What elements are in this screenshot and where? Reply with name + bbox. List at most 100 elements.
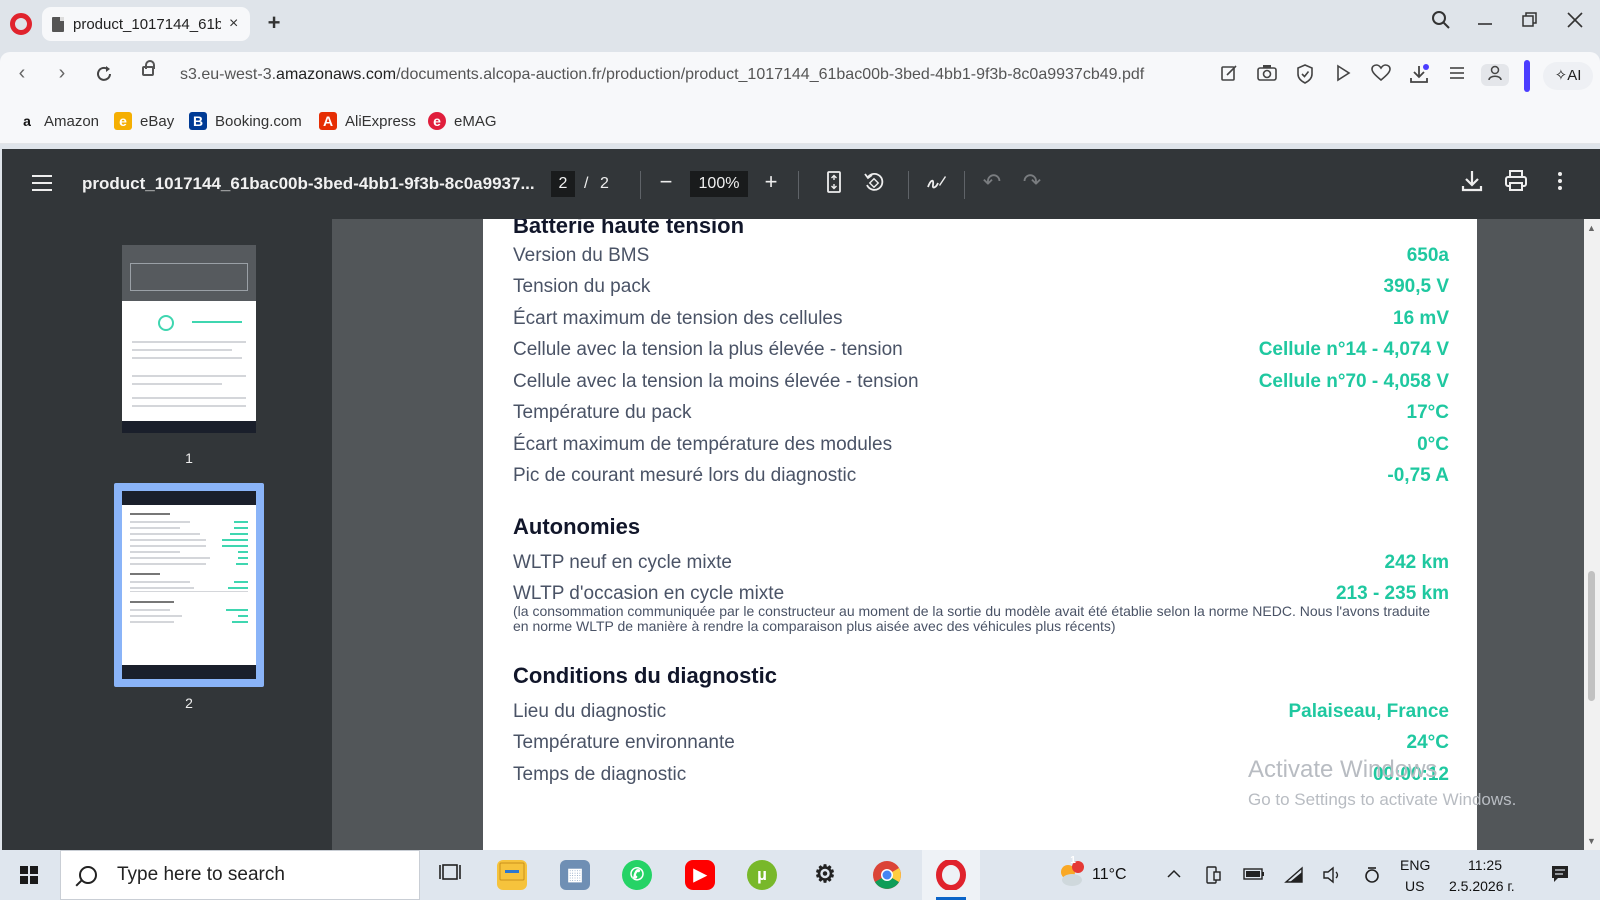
bookmark-aliexpress[interactable]: A AliExpress — [319, 112, 416, 130]
url-host: amazonaws.com — [276, 66, 397, 83]
thumbnail-value — [234, 521, 248, 523]
tab-close-icon[interactable]: × — [229, 15, 238, 33]
opera-taskbar-icon[interactable] — [936, 859, 966, 891]
volume-icon[interactable] — [1322, 866, 1342, 889]
row-value: Palaiseau, France — [1288, 701, 1449, 722]
row-label: Cellule avec la tension la moins élevée … — [513, 371, 919, 392]
search-tabs-icon[interactable] — [1426, 10, 1456, 36]
zoom-input[interactable]: 100% — [690, 171, 748, 197]
new-tab-button[interactable]: + — [262, 11, 286, 35]
table-row: WLTP neuf en cycle mixte 242 km — [513, 552, 1449, 578]
sync-icon[interactable] — [1362, 866, 1382, 889]
windows-start-icon[interactable] — [20, 866, 39, 885]
file-explorer-icon[interactable] — [497, 860, 527, 890]
shield-icon[interactable] — [1294, 64, 1316, 86]
page-number-input[interactable]: 2 — [551, 171, 575, 197]
zoom-in-icon[interactable]: + — [757, 169, 785, 195]
thumbnail-line — [130, 621, 174, 623]
youtube-icon[interactable]: ▶ — [685, 860, 715, 890]
chrome-icon[interactable] — [872, 860, 902, 890]
back-icon[interactable]: ‹ — [8, 62, 36, 85]
notifications-icon[interactable] — [1550, 864, 1570, 889]
url-field[interactable]: s3.eu-west-3.amazonaws.com/documents.alc… — [180, 66, 1144, 84]
chevron-up-icon[interactable] — [1164, 866, 1184, 887]
restore-icon[interactable] — [1515, 10, 1545, 36]
clock-time[interactable]: 11:25 — [1468, 857, 1502, 873]
undo-icon[interactable]: ↶ — [978, 169, 1006, 195]
redo-icon[interactable]: ↷ — [1018, 169, 1046, 195]
download-icon[interactable] — [1458, 169, 1486, 199]
fit-page-icon[interactable] — [820, 171, 848, 199]
thumbnail-value — [228, 587, 248, 589]
browser-tab[interactable]: product_1017144_61b × — [42, 7, 250, 41]
calculator-icon[interactable]: ▦ — [560, 860, 590, 890]
thumbnail-line — [130, 551, 180, 553]
utorrent-icon[interactable]: µ — [747, 860, 777, 890]
easy-setup-icon[interactable] — [1446, 64, 1468, 86]
bookmark-amazon[interactable]: a Amazon — [18, 112, 99, 130]
whatsapp-icon[interactable]: ✆ — [622, 860, 652, 890]
scroll-up-icon[interactable]: ▲ — [1587, 223, 1596, 233]
opera-logo-icon[interactable] — [10, 13, 32, 35]
row-label: Température du pack — [513, 402, 692, 423]
bookmark-emag[interactable]: e eMAG — [428, 112, 497, 130]
lock-icon[interactable] — [142, 60, 155, 76]
table-row: Écart maximum de tension des cellules 16… — [513, 308, 1449, 334]
more-options-icon[interactable] — [1546, 171, 1574, 197]
thumbnail-value — [222, 545, 248, 547]
thumbnail-line — [132, 341, 246, 343]
thumbnail-line — [130, 587, 194, 589]
phone-link-icon[interactable] — [1203, 866, 1223, 889]
wifi-icon[interactable] — [1284, 866, 1304, 889]
weather-temperature[interactable]: 11°C — [1092, 866, 1127, 884]
page-thumbnail-1[interactable] — [122, 245, 256, 433]
sparkle-icon: ✧ — [1554, 67, 1568, 84]
row-label: WLTP neuf en cycle mixte — [513, 552, 732, 573]
play-icon[interactable] — [1332, 64, 1354, 86]
camera-icon[interactable] — [1256, 64, 1278, 86]
minimize-icon[interactable] — [1470, 10, 1500, 36]
ai-label: AI — [1567, 67, 1582, 84]
thumbnail-line — [130, 581, 190, 583]
scrollbar-thumb[interactable] — [1588, 571, 1595, 701]
settings-gear-icon[interactable]: ⚙ — [810, 860, 840, 890]
ebay-icon: e — [114, 112, 132, 130]
zoom-out-icon[interactable]: − — [652, 169, 680, 195]
row-value: 650a — [1406, 245, 1449, 266]
sidebar-indicator — [1524, 60, 1530, 92]
thumbnail-line — [130, 573, 160, 575]
profile-icon[interactable] — [1481, 64, 1509, 86]
thumbnail-line — [130, 545, 206, 547]
thumbnail-gauge — [158, 315, 174, 331]
downloads-icon[interactable] — [1408, 64, 1430, 86]
amazon-icon: a — [23, 113, 31, 129]
menu-icon[interactable] — [32, 175, 52, 191]
thumbnail-line — [130, 557, 210, 559]
section-title-battery: Batterie haute tension — [513, 219, 745, 238]
page-thumbnail-2[interactable] — [122, 491, 256, 679]
table-row: Pic de courant mesuré lors du diagnostic… — [513, 465, 1449, 491]
activate-windows-watermark: Activate Windows Go to Settings to activ… — [1248, 756, 1516, 810]
scroll-down-icon[interactable]: ▼ — [1587, 836, 1596, 846]
language-code[interactable]: ENG — [1400, 857, 1430, 873]
row-label: Version du BMS — [513, 245, 650, 266]
close-window-icon[interactable] — [1560, 10, 1590, 36]
rotate-icon[interactable] — [860, 171, 888, 199]
ai-button[interactable]: ✧AI — [1543, 62, 1593, 90]
print-icon[interactable] — [1502, 169, 1530, 199]
forward-icon[interactable]: › — [48, 62, 76, 85]
row-value: 24°C — [1406, 732, 1449, 753]
taskbar-search[interactable]: Type here to search — [60, 850, 420, 900]
annotate-pen-icon[interactable] — [922, 171, 950, 199]
share-icon[interactable] — [1218, 64, 1240, 86]
battery-icon[interactable] — [1243, 866, 1264, 887]
page-scrollbar[interactable]: ▲ ▼ — [1584, 219, 1600, 850]
toolbar-divider — [640, 171, 641, 199]
task-view-icon[interactable] — [435, 860, 465, 890]
heart-icon[interactable] — [1370, 64, 1392, 86]
row-label: Cellule avec la tension la plus élevée -… — [513, 339, 903, 360]
autonomy-note: (la consommation communiquée par le cons… — [513, 603, 1431, 634]
bookmark-ebay[interactable]: e eBay — [114, 112, 174, 130]
reload-icon[interactable] — [90, 64, 118, 90]
bookmark-booking[interactable]: B Booking.com — [189, 112, 302, 130]
